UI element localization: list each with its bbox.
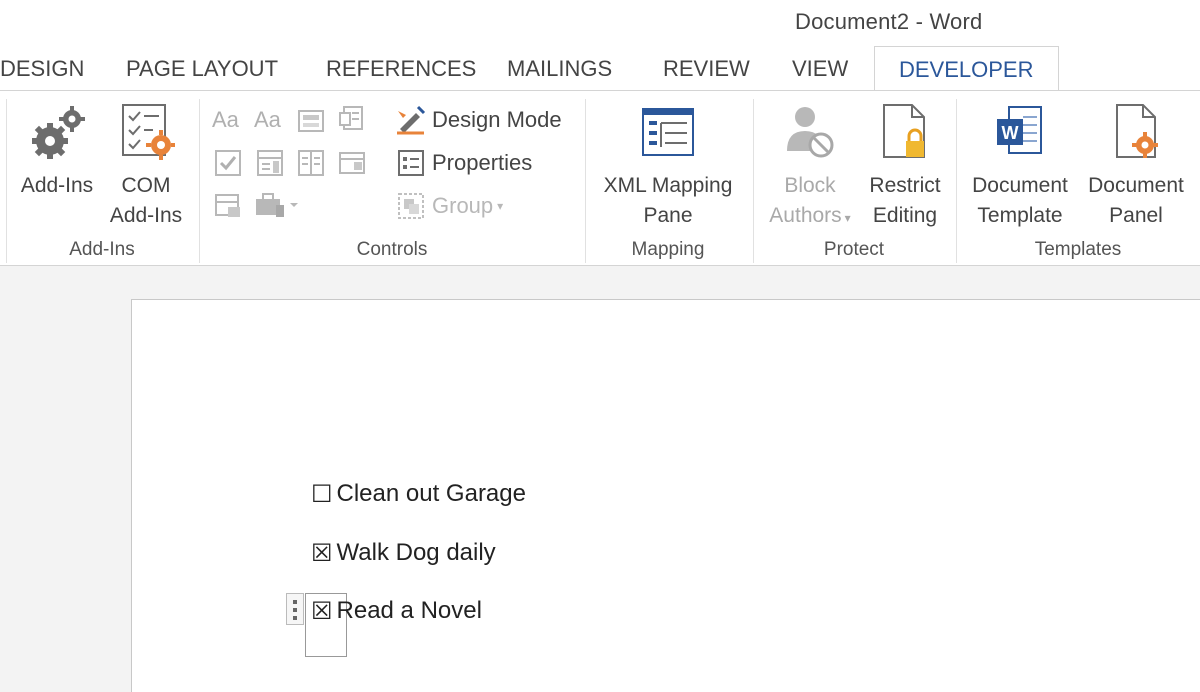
list-item-text: Read a Novel [336,597,482,624]
building-block-icon[interactable] [338,105,366,133]
group-label-controls: Controls [356,239,428,260]
group-label-mapping: Mapping [631,239,705,260]
title-bar: Document2 - Word [0,0,1200,44]
restrict-editing-label-1: Restrict [869,174,941,197]
document-gear-icon [1107,101,1165,163]
checkbox-content-control[interactable]: ☒ [311,597,333,625]
design-mode-icon [396,105,426,135]
document-panel-label-2: Panel [1109,204,1163,227]
combo-box-icon[interactable] [256,149,284,177]
xml-mapping-label-2: Pane [643,204,693,227]
document-panel-button[interactable]: Document Panel [1080,101,1192,231]
legacy-tools-icon[interactable] [214,191,242,219]
gears-icon [28,101,86,163]
restrict-editing-label-2: Editing [872,204,938,227]
document-workspace [0,267,1200,692]
group-separator [199,99,200,263]
plain-text-control-button[interactable]: Aa [254,107,282,135]
group-button[interactable]: Group ▾ [396,191,503,221]
drop-down-list-icon[interactable] [297,149,325,177]
chevron-down-icon: ▾ [497,199,504,213]
checkbox-control-icon[interactable] [214,149,242,177]
restrict-editing-button[interactable]: Restrict Editing [862,101,948,231]
tab-developer[interactable]: DEVELOPER [874,46,1059,94]
tab-review[interactable]: REVIEW [663,56,750,82]
group-label: Group [432,193,494,218]
document-template-label-1: Document [972,174,1068,197]
group-separator [585,99,586,263]
com-label-2: Add-Ins [109,204,183,227]
xml-mapping-label-1: XML Mapping [603,174,733,197]
block-authors-label-2-text: Authors [769,204,842,227]
group-separator [753,99,754,263]
svg-text:W: W [1002,123,1019,143]
picture-control-icon[interactable] [297,107,325,135]
group-separator [6,99,7,263]
checkbox-content-control[interactable]: ☒ [311,539,333,567]
checklist-gear-icon [117,101,175,163]
properties-button[interactable]: Properties [396,148,532,178]
document-template-label-2: Template [977,204,1063,227]
list-item: ☒ Walk Dog daily [311,539,496,567]
block-authors-icon [781,101,839,163]
properties-label: Properties [432,150,533,175]
rich-text-control-button[interactable]: Aa [212,107,240,135]
date-picker-icon[interactable] [338,149,366,177]
group-separator [956,99,957,263]
document-panel-label-1: Document [1088,174,1184,197]
list-item-text: Walk Dog daily [336,539,496,566]
rich-text-glyph: Aa [212,107,239,132]
list-item: ☒ Read a Novel [311,597,482,625]
com-label-1: COM [121,174,171,197]
document-template-button[interactable]: W Document Template [964,101,1076,231]
tab-page-layout[interactable]: PAGE LAYOUT [126,56,278,82]
legacy-tools-dropdown[interactable] [254,191,304,219]
block-authors-button[interactable]: Block Authors ▾ [760,101,860,233]
xml-mapping-pane-button[interactable]: XML Mapping Pane [592,101,744,231]
window-title: Document2 - Word [795,9,983,34]
list-item: ☐ Clean out Garage [311,480,526,508]
tab-design[interactable]: DESIGN [0,56,84,82]
chevron-down-icon: ▾ [844,211,851,225]
list-item-text: Clean out Garage [336,480,526,507]
add-ins-label: Add-Ins [20,174,94,197]
block-authors-label-1: Block [784,174,836,197]
checkbox-content-control[interactable]: ☐ [311,480,333,508]
xml-mapping-icon [639,101,697,163]
document-lock-icon [876,101,934,163]
tab-view[interactable]: VIEW [792,56,848,82]
group-label-add-ins: Add-Ins [69,239,135,260]
tab-references[interactable]: REFERENCES [326,56,476,82]
ribbon-tabs: DESIGN PAGE LAYOUT REFERENCES MAILINGS R… [0,44,1200,94]
group-label-protect: Protect [823,239,885,260]
design-mode-button[interactable]: Design Mode [396,105,562,135]
tab-mailings[interactable]: MAILINGS [507,56,612,82]
plain-text-glyph: Aa [254,107,281,132]
properties-icon [396,148,426,178]
block-authors-label-2: Authors ▾ [760,201,860,233]
group-label-templates: Templates [1034,239,1122,260]
design-mode-label: Design Mode [432,107,562,132]
document-page[interactable] [131,299,1200,692]
word-document-icon: W [991,101,1049,163]
com-add-ins-button[interactable]: COM Add-Ins [104,101,188,231]
ribbon: Add-Ins COM Add-Ins Add-Ins Aa Aa Design… [0,90,1200,266]
group-icon [396,191,426,221]
add-ins-button[interactable]: Add-Ins [14,101,100,201]
content-control-handle[interactable] [286,593,304,625]
